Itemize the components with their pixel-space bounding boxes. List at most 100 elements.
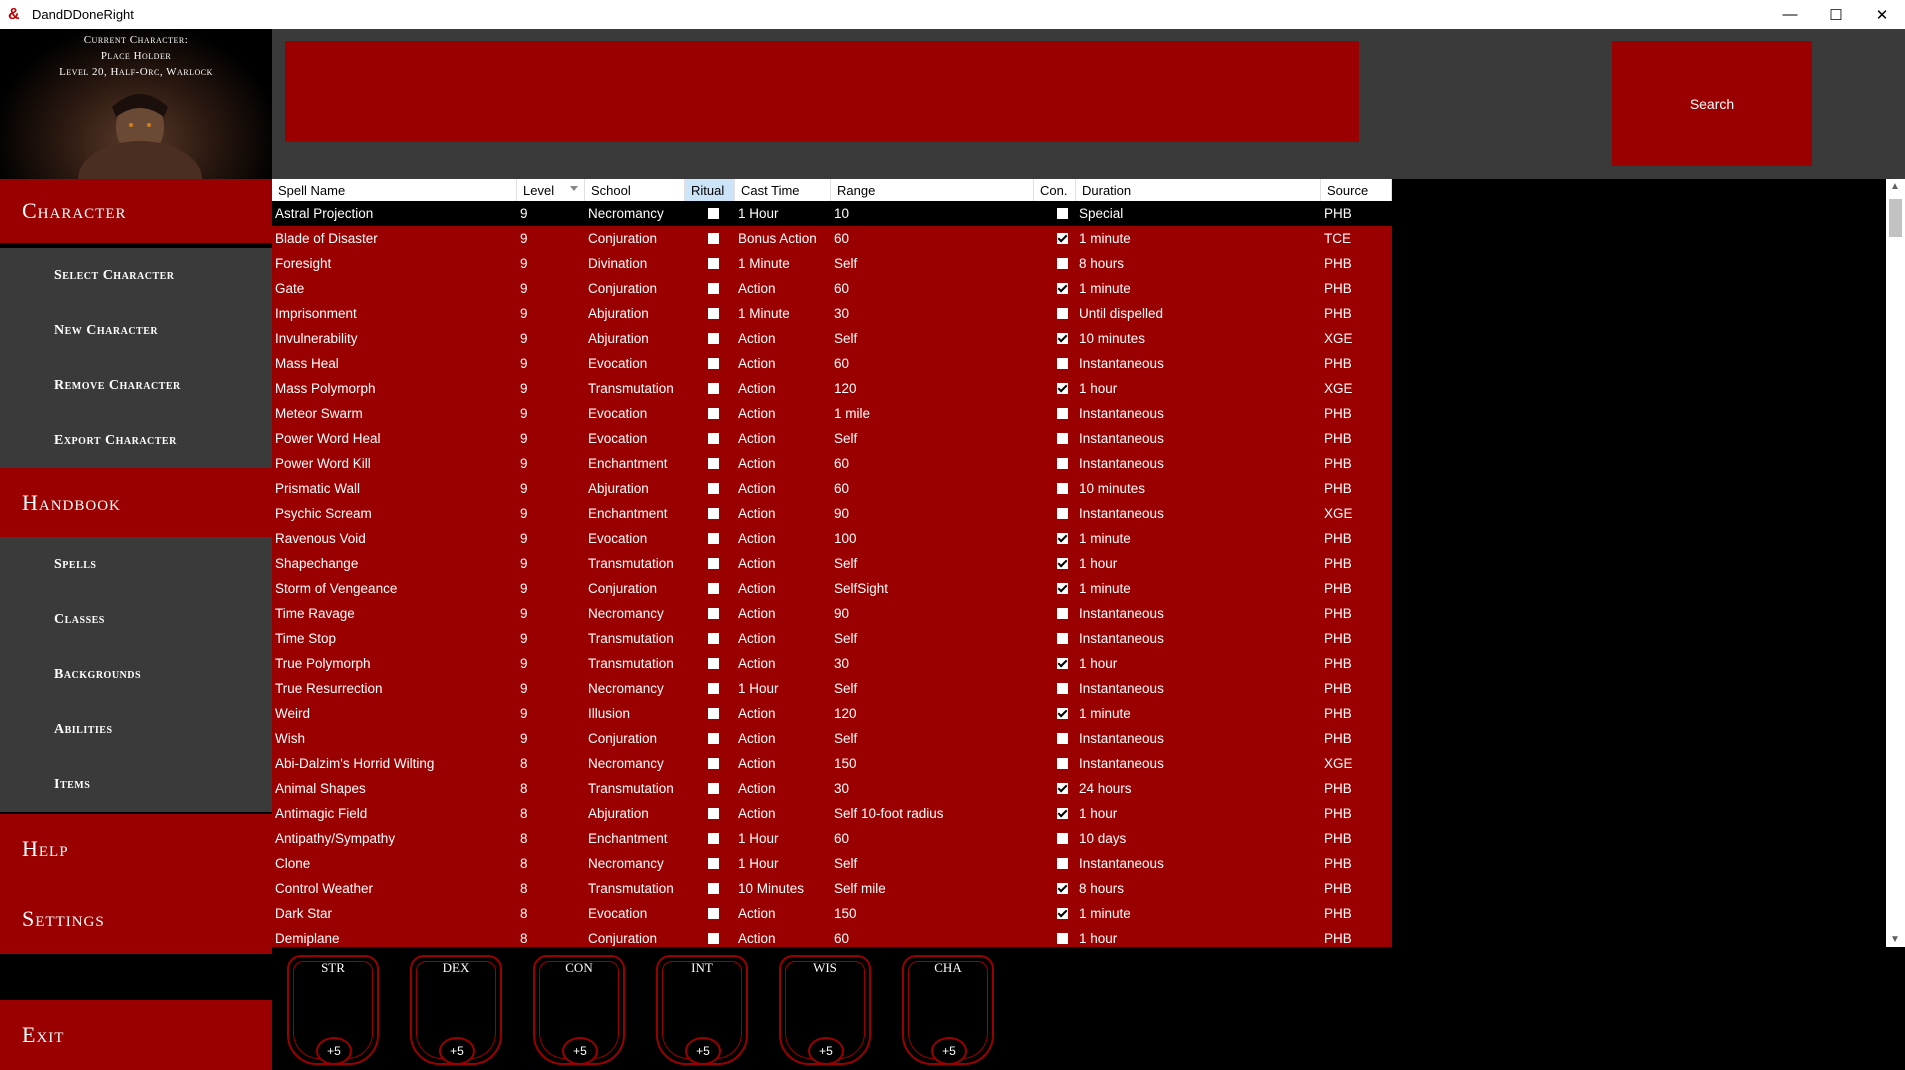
column-header-spell-name[interactable]: Spell Name xyxy=(272,179,517,201)
concentration-checkbox[interactable] xyxy=(1057,233,1068,244)
search-input[interactable] xyxy=(285,41,1359,142)
table-row[interactable]: True Polymorph 9 Transmutation Action 30 1 ho… xyxy=(272,651,1392,676)
concentration-checkbox[interactable] xyxy=(1057,733,1068,744)
table-row[interactable]: Clone 8 Necromancy 1 Hour Self Instantaneous P… xyxy=(272,851,1392,876)
concentration-checkbox[interactable] xyxy=(1057,483,1068,494)
cell-ritual[interactable] xyxy=(685,701,735,726)
ritual-checkbox[interactable] xyxy=(708,808,719,819)
table-row[interactable]: Storm of Vengeance 9 Conjuration Action Self… xyxy=(272,576,1392,601)
column-header-ritual[interactable]: Ritual xyxy=(685,179,735,201)
concentration-checkbox[interactable] xyxy=(1057,408,1068,419)
cell-ritual[interactable] xyxy=(685,851,735,876)
table-row[interactable]: Dark Star 8 Evocation Action 150 1 minute PHB xyxy=(272,901,1392,926)
ritual-checkbox[interactable] xyxy=(708,233,719,244)
ritual-checkbox[interactable] xyxy=(708,208,719,219)
concentration-checkbox[interactable] xyxy=(1057,633,1068,644)
cell-concentration[interactable] xyxy=(1034,226,1076,251)
table-row[interactable]: Blade of Disaster 9 Conjuration Bonus Actio… xyxy=(272,226,1392,251)
ritual-checkbox[interactable] xyxy=(708,408,719,419)
cell-concentration[interactable] xyxy=(1034,876,1076,901)
table-row[interactable]: Power Word Heal 9 Evocation Action Self Insta… xyxy=(272,426,1392,451)
concentration-checkbox[interactable] xyxy=(1057,333,1068,344)
ritual-checkbox[interactable] xyxy=(708,908,719,919)
concentration-checkbox[interactable] xyxy=(1057,808,1068,819)
cell-concentration[interactable] xyxy=(1034,476,1076,501)
cell-concentration[interactable] xyxy=(1034,726,1076,751)
cell-concentration[interactable] xyxy=(1034,451,1076,476)
table-row[interactable]: Mass Polymorph 9 Transmutation Action 120 1 h… xyxy=(272,376,1392,401)
ritual-checkbox[interactable] xyxy=(708,508,719,519)
table-row[interactable]: Astral Projection 9 Necromancy 1 Hour 10 Spec… xyxy=(272,201,1392,226)
cell-ritual[interactable] xyxy=(685,651,735,676)
cell-concentration[interactable] xyxy=(1034,701,1076,726)
minimize-button[interactable]: — xyxy=(1767,0,1813,29)
search-button[interactable]: Search xyxy=(1612,41,1812,166)
nav-handbook[interactable]: Handbook xyxy=(0,468,272,537)
cell-ritual[interactable] xyxy=(685,776,735,801)
nav-character[interactable]: Character xyxy=(0,179,272,243)
scroll-thumb[interactable] xyxy=(1889,199,1902,237)
table-row[interactable]: Imprisonment 9 Abjuration 1 Minute 30 Until d… xyxy=(272,301,1392,326)
table-row[interactable]: Demiplane 8 Conjuration Action 60 1 hour PHB xyxy=(272,926,1392,947)
ability-con[interactable]: CON +5 xyxy=(533,955,625,1065)
scroll-up-icon[interactable]: ▲ xyxy=(1890,181,1900,192)
concentration-checkbox[interactable] xyxy=(1057,358,1068,369)
table-row[interactable]: Antimagic Field 8 Abjuration Action Self 10-… xyxy=(272,801,1392,826)
concentration-checkbox[interactable] xyxy=(1057,833,1068,844)
cell-concentration[interactable] xyxy=(1034,576,1076,601)
concentration-checkbox[interactable] xyxy=(1057,883,1068,894)
concentration-checkbox[interactable] xyxy=(1057,258,1068,269)
ritual-checkbox[interactable] xyxy=(708,258,719,269)
concentration-checkbox[interactable] xyxy=(1057,508,1068,519)
ritual-checkbox[interactable] xyxy=(708,608,719,619)
ability-dex[interactable]: DEX +5 xyxy=(410,955,502,1065)
ritual-checkbox[interactable] xyxy=(708,583,719,594)
cell-ritual[interactable] xyxy=(685,576,735,601)
nav-export-character[interactable]: Export Character xyxy=(0,413,272,468)
concentration-checkbox[interactable] xyxy=(1057,308,1068,319)
ritual-checkbox[interactable] xyxy=(708,558,719,569)
column-header-source[interactable]: Source xyxy=(1321,179,1392,201)
ritual-checkbox[interactable] xyxy=(708,658,719,669)
nav-new-character[interactable]: New Character xyxy=(0,303,272,358)
concentration-checkbox[interactable] xyxy=(1057,283,1068,294)
cell-ritual[interactable] xyxy=(685,676,735,701)
concentration-checkbox[interactable] xyxy=(1057,758,1068,769)
cell-concentration[interactable] xyxy=(1034,276,1076,301)
concentration-checkbox[interactable] xyxy=(1057,783,1068,794)
concentration-checkbox[interactable] xyxy=(1057,583,1068,594)
cell-ritual[interactable] xyxy=(685,526,735,551)
cell-concentration[interactable] xyxy=(1034,801,1076,826)
nav-classes[interactable]: Classes xyxy=(0,592,272,647)
ritual-checkbox[interactable] xyxy=(708,708,719,719)
table-row[interactable]: Power Word Kill 9 Enchantment Action 60 Insta… xyxy=(272,451,1392,476)
cell-concentration[interactable] xyxy=(1034,926,1076,947)
nav-help[interactable]: Help xyxy=(0,814,272,884)
table-row[interactable]: Gate 9 Conjuration Action 60 1 minute PHB xyxy=(272,276,1392,301)
ritual-checkbox[interactable] xyxy=(708,458,719,469)
cell-concentration[interactable] xyxy=(1034,326,1076,351)
ability-cha[interactable]: CHA +5 xyxy=(902,955,994,1065)
concentration-checkbox[interactable] xyxy=(1057,533,1068,544)
scroll-down-icon[interactable]: ▼ xyxy=(1890,934,1900,945)
column-header-level[interactable]: Level xyxy=(517,179,585,201)
concentration-checkbox[interactable] xyxy=(1057,683,1068,694)
table-row[interactable]: Control Weather 8 Transmutation 10 Minutes S… xyxy=(272,876,1392,901)
column-header-concentration[interactable]: Con. xyxy=(1034,179,1076,201)
cell-ritual[interactable] xyxy=(685,301,735,326)
table-row[interactable]: Animal Shapes 8 Transmutation Action 30 24 ho… xyxy=(272,776,1392,801)
table-row[interactable]: Wish 9 Conjuration Action Self Instantaneous P… xyxy=(272,726,1392,751)
cell-ritual[interactable] xyxy=(685,326,735,351)
maximize-button[interactable]: ☐ xyxy=(1813,0,1859,29)
concentration-checkbox[interactable] xyxy=(1057,908,1068,919)
ritual-checkbox[interactable] xyxy=(708,833,719,844)
cell-concentration[interactable] xyxy=(1034,551,1076,576)
ritual-checkbox[interactable] xyxy=(708,683,719,694)
cell-concentration[interactable] xyxy=(1034,651,1076,676)
ritual-checkbox[interactable] xyxy=(708,858,719,869)
cell-ritual[interactable] xyxy=(685,626,735,651)
ability-int[interactable]: INT +5 xyxy=(656,955,748,1065)
cell-ritual[interactable] xyxy=(685,426,735,451)
ritual-checkbox[interactable] xyxy=(708,483,719,494)
cell-ritual[interactable] xyxy=(685,401,735,426)
